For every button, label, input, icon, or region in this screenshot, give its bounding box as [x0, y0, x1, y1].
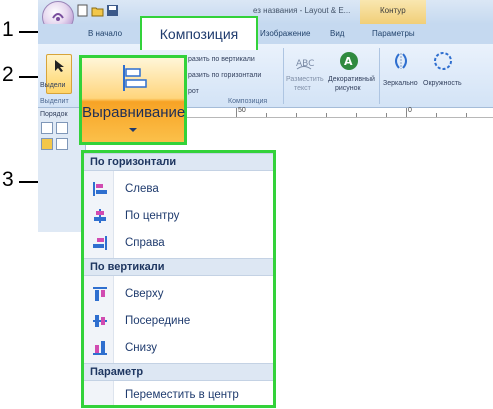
window-title: ез названия - Layout & E... [253, 6, 351, 15]
order-label: Порядок [40, 111, 68, 118]
menu-item-align-center[interactable]: По центру [84, 203, 273, 229]
select-group-label: Выделит [40, 98, 69, 105]
align-top-icon [93, 287, 107, 301]
align-dropdown-menu: По горизонтали Слева По центру Справа По… [81, 150, 276, 408]
ruler-tick [356, 113, 357, 117]
contextual-tab-label[interactable]: Контур [380, 6, 406, 15]
circle-icon[interactable] [432, 50, 454, 72]
rotate-command[interactable]: рот [188, 88, 199, 95]
order-front-icon[interactable] [41, 138, 53, 150]
circle-label: Окружность [423, 80, 462, 87]
mirror-label: Зеркально [383, 80, 418, 87]
order-grid-icon[interactable] [41, 122, 53, 134]
ruler-tick [436, 113, 437, 117]
ruler-tick [326, 113, 327, 117]
decorative-pattern-label-2: рисунок [335, 85, 361, 92]
tab-home[interactable]: В начало [88, 24, 122, 44]
ruler-mark-0: 0 [408, 107, 412, 114]
chevron-down-icon [129, 128, 137, 132]
callout-2: 2 [2, 63, 14, 86]
save-icon[interactable] [106, 4, 119, 17]
menu-item-label: Посередине [125, 315, 191, 327]
tab-params[interactable]: Параметры [372, 24, 415, 44]
ruler-tick [296, 113, 297, 117]
group-separator [379, 48, 380, 104]
ruler-tick [406, 108, 407, 117]
menu-item-align-right[interactable]: Справа [84, 230, 273, 256]
menu-section-vertical: По вертикали [84, 258, 273, 276]
align-vertical-command[interactable]: разить по вертикали [188, 56, 255, 63]
menu-item-align-bottom[interactable]: Снизу [84, 335, 273, 361]
decorative-pattern-label: Декоративный [328, 76, 375, 83]
menu-item-move-to-center[interactable]: Переместить в центр [84, 382, 273, 408]
align-button[interactable]: Выравнивание [79, 55, 187, 145]
menu-item-align-left[interactable]: Слева [84, 176, 273, 202]
align-horizontal-command[interactable]: разить по горизонтали [188, 72, 261, 79]
align-bottom-icon [93, 341, 107, 355]
ruler-tick [386, 113, 387, 117]
tab-view[interactable]: Вид [330, 24, 344, 44]
arrow-cursor-icon [55, 60, 64, 72]
ruler-tick [466, 113, 467, 117]
ribbon-tabs: В начало Изображение Вид Параметры [38, 24, 493, 44]
order-back-icon[interactable] [56, 122, 68, 134]
place-text-label: Разместить [286, 76, 324, 83]
menu-item-label: По центру [125, 210, 180, 222]
order-group-icon[interactable] [56, 138, 68, 150]
menu-section-parameter: Параметр [84, 363, 273, 381]
place-text-label-2: текст [294, 85, 311, 92]
callout-3: 3 [2, 168, 14, 191]
tab-composition[interactable]: Композиция [140, 16, 258, 50]
title-bar: ез названия - Layout & E... Контур [38, 0, 493, 24]
menu-item-label: Переместить в центр [125, 389, 239, 401]
tab-image[interactable]: Изображение [260, 24, 310, 44]
callout-1: 1 [2, 18, 14, 41]
menu-item-label: Слева [125, 183, 159, 195]
menu-item-align-middle[interactable]: Посередине [84, 308, 273, 334]
ruler-tick [236, 108, 237, 117]
select-button-label: Выдели [40, 82, 66, 89]
new-file-icon[interactable] [76, 4, 89, 17]
group-separator [283, 48, 284, 104]
menu-item-label: Справа [125, 237, 165, 249]
align-left-icon [93, 182, 107, 196]
app-logo-icon [52, 13, 64, 21]
align-right-icon [93, 236, 107, 250]
decorative-pattern-icon[interactable]: A [339, 50, 359, 72]
open-folder-icon[interactable] [91, 4, 104, 17]
align-icon [123, 65, 147, 91]
composition-group-label: Композиция [228, 98, 268, 105]
menu-item-align-top[interactable]: Сверху [84, 281, 273, 307]
menu-item-label: Сверху [125, 288, 164, 300]
menu-section-horizontal: По горизонтали [84, 153, 273, 171]
mirror-icon[interactable] [390, 52, 412, 70]
tab-composition-label: Композиция [159, 26, 239, 42]
align-middle-icon [93, 315, 107, 327]
ruler-mark-50: 50 [238, 107, 246, 114]
align-button-label: Выравнивание [82, 104, 186, 121]
place-text-icon[interactable]: ABC [294, 50, 314, 72]
menu-item-label: Снизу [125, 342, 157, 354]
svg-text:A: A [344, 55, 353, 68]
ruler-tick [266, 113, 267, 117]
align-center-icon [94, 209, 106, 223]
